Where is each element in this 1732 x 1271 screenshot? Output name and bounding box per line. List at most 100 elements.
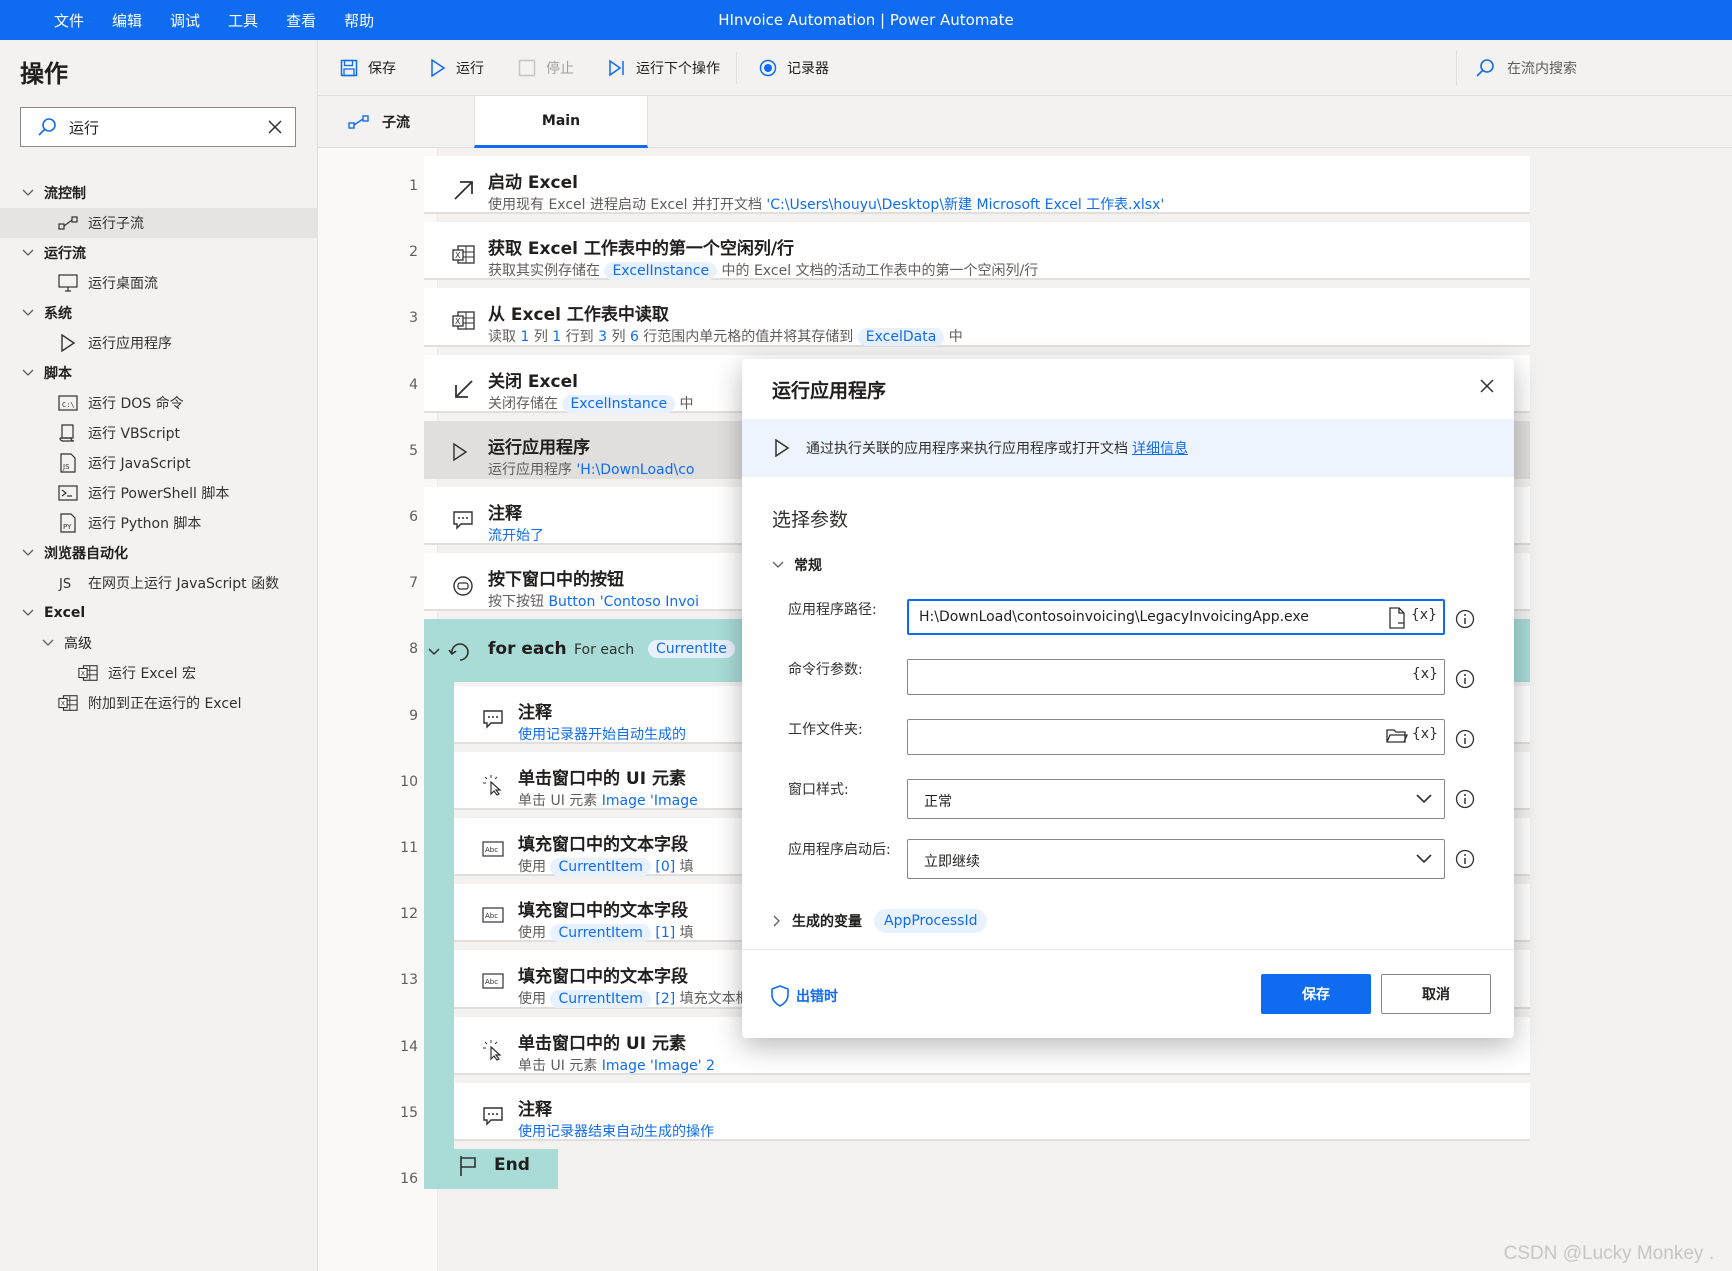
- app-path-input[interactable]: H:\DownLoad\contosoinvoicing\LegacyInvoi…: [907, 599, 1445, 635]
- description-text: 使用: [518, 991, 551, 1008]
- menu-tools[interactable]: 工具: [228, 10, 258, 31]
- svg-text:X: X: [455, 251, 461, 260]
- close-icon[interactable]: [1478, 377, 1496, 395]
- svg-text:Abc: Abc: [485, 912, 498, 920]
- variable-chip[interactable]: ExcelData: [857, 328, 945, 347]
- on-error-button[interactable]: 出错时: [770, 985, 838, 1007]
- variable-chip[interactable]: CurrentItem: [550, 990, 651, 1009]
- stop-button[interactable]: 停止: [506, 50, 586, 86]
- actions-search-input[interactable]: 运行: [20, 107, 296, 147]
- tree-category[interactable]: 高级: [0, 628, 318, 658]
- tree-category[interactable]: Excel: [0, 598, 318, 628]
- info-icon[interactable]: [1455, 609, 1475, 629]
- action-card[interactable]: 启动 Excel 使用现有 Excel 进程启动 Excel 并打开文档 'C:\…: [424, 156, 1530, 215]
- more-info-link[interactable]: 详细信息: [1132, 438, 1188, 458]
- info-icon[interactable]: [1455, 669, 1475, 689]
- clear-search-icon[interactable]: [267, 119, 283, 135]
- tree-action-item[interactable]: X 运行 Excel 宏: [0, 658, 318, 688]
- working-folder-input[interactable]: {x}: [907, 719, 1445, 755]
- variable-chip[interactable]: CurrentIte: [648, 640, 735, 659]
- run-next-button[interactable]: 运行下个操作: [596, 50, 732, 86]
- subflows-label: 子流: [382, 115, 410, 131]
- command-args-input[interactable]: {x}: [907, 659, 1445, 695]
- end-block[interactable]: End: [430, 1149, 590, 1207]
- search-icon: [38, 118, 56, 136]
- parameter-value: 流开始了: [488, 528, 544, 544]
- description-text: 获取其实例存储在: [488, 263, 605, 280]
- tree-action-item[interactable]: JS 运行 JavaScript: [0, 448, 318, 478]
- stop-icon: [518, 59, 536, 76]
- loop-description: For each: [574, 642, 635, 659]
- variable-chip[interactable]: AppProcessId: [874, 909, 988, 933]
- flow-search-input[interactable]: 在流内搜索: [1456, 50, 1732, 86]
- info-icon[interactable]: [1455, 789, 1475, 809]
- tree-category[interactable]: 系统: [0, 298, 318, 328]
- collapse-chevron-icon[interactable]: [428, 645, 440, 661]
- tree-category[interactable]: 脚本: [0, 358, 318, 388]
- line-number: 13: [400, 972, 418, 989]
- tree-action-item[interactable]: JS 在网页上运行 JavaScript 函数: [0, 568, 318, 598]
- line-number: 15: [400, 1104, 418, 1121]
- general-group-toggle[interactable]: 常规: [772, 555, 822, 575]
- svg-text:X: X: [61, 701, 66, 708]
- action-title: for each: [488, 639, 567, 660]
- variable-chip[interactable]: ExcelInstance: [562, 394, 676, 413]
- close-excel-icon: [452, 377, 476, 401]
- file-picker-icon[interactable]: [1387, 607, 1407, 629]
- actions-tree: 流控制运行子流运行流 运行桌面流 系统 运行应用程序脚本 C:\ 运行 DOS 命令 运行 …: [0, 178, 318, 718]
- action-title: 填充窗口中的文本字段: [518, 967, 688, 988]
- description-text: 使用: [518, 859, 551, 875]
- parameter-value: 使用记录器结束自动生成的操作: [518, 1123, 714, 1140]
- comment-icon: [482, 1105, 506, 1129]
- menu-file[interactable]: 文件: [54, 10, 84, 31]
- menu-help[interactable]: 帮助: [344, 10, 374, 31]
- variable-chip[interactable]: ExcelInstance: [604, 262, 718, 281]
- info-icon[interactable]: [1455, 729, 1475, 749]
- dialog-save-button[interactable]: 保存: [1261, 974, 1371, 1014]
- insert-variable-button[interactable]: {x}: [1411, 607, 1437, 623]
- tree-category[interactable]: 运行流: [0, 238, 318, 268]
- play-icon: [431, 58, 446, 77]
- action-title: 注释: [518, 1099, 552, 1120]
- tab-main[interactable]: Main: [474, 96, 648, 148]
- after-launch-select[interactable]: 立即继续: [907, 839, 1445, 879]
- after-launch-value: 立即继续: [924, 854, 980, 870]
- dialog-cancel-button[interactable]: 取消: [1381, 974, 1491, 1014]
- tree-action-item[interactable]: C:\ 运行 DOS 命令: [0, 388, 318, 418]
- window-style-select[interactable]: 正常: [907, 779, 1445, 819]
- folder-picker-icon[interactable]: [1386, 726, 1408, 746]
- variable-chip[interactable]: CurrentItem: [550, 858, 651, 876]
- recorder-button[interactable]: 记录器: [747, 50, 841, 86]
- info-icon[interactable]: [1455, 849, 1475, 869]
- tree-category[interactable]: 浏览器自动化: [0, 538, 318, 568]
- chevron-down-icon: [22, 309, 34, 316]
- menu-debug[interactable]: 调试: [170, 10, 200, 31]
- action-card[interactable]: X 从 Excel 工作表中读取 读取 1 列 1 行到 3 列 6 行范围内单元格…: [424, 288, 1530, 347]
- tree-action-item[interactable]: 运行桌面流: [0, 268, 318, 298]
- tree-item-label: 运行子流: [88, 216, 144, 232]
- loop-icon: [448, 641, 472, 665]
- actions-search-value: 运行: [69, 118, 100, 137]
- insert-variable-button[interactable]: {x}: [1412, 666, 1438, 682]
- tree-action-item[interactable]: 运行应用程序: [0, 328, 318, 358]
- action-description: 获取其实例存储在 ExcelInstance 中的 Excel 文档的活动工作表…: [488, 260, 1038, 281]
- tree-action-item[interactable]: 运行 VBScript: [0, 418, 318, 448]
- variable-chip[interactable]: CurrentItem: [550, 924, 651, 943]
- parameter-value: 6: [629, 329, 639, 346]
- produced-variables-toggle[interactable]: 生成的变量 AppProcessId: [772, 909, 988, 933]
- tree-action-item[interactable]: X 附加到正在运行的 Excel: [0, 688, 318, 718]
- tree-action-item[interactable]: 运行 PowerShell 脚本: [0, 478, 318, 508]
- action-card[interactable]: X 获取 Excel 工作表中的第一个空闲列/行 获取其实例存储在 ExcelIns…: [424, 222, 1530, 281]
- action-title: 运行应用程序: [488, 437, 590, 458]
- insert-variable-button[interactable]: {x}: [1412, 726, 1438, 742]
- tree-category[interactable]: 流控制: [0, 178, 318, 208]
- menu-view[interactable]: 查看: [286, 10, 316, 31]
- tree-item-label: 脚本: [44, 366, 72, 382]
- title-bar: 文件 编辑 调试 工具 查看 帮助 HInvoice Automation | …: [0, 0, 1732, 40]
- save-button[interactable]: 保存: [328, 50, 408, 86]
- tree-action-item[interactable]: 运行子流: [0, 208, 318, 238]
- tree-action-item[interactable]: PY 运行 Python 脚本: [0, 508, 318, 538]
- menu-edit[interactable]: 编辑: [112, 10, 142, 31]
- run-button[interactable]: 运行: [418, 50, 496, 86]
- action-card[interactable]: 注释使用记录器结束自动生成的操作: [454, 1082, 1530, 1141]
